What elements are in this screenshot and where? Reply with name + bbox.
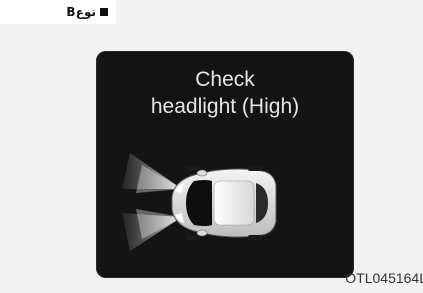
square-bullet-icon [100, 8, 108, 16]
warning-line-1: Check [195, 68, 255, 91]
warning-display: Check headlight (High) [96, 51, 354, 278]
headlight-beam-lower [122, 209, 182, 251]
type-label: نوعB [0, 0, 116, 24]
headlight-beam-upper [122, 153, 182, 193]
type-label-text: نوعB [66, 5, 96, 19]
car-body [171, 166, 277, 240]
car-headlight-icon [122, 153, 277, 251]
warning-line-2: headlight (High) [150, 95, 300, 118]
image-code: OTL045164L [345, 270, 423, 286]
